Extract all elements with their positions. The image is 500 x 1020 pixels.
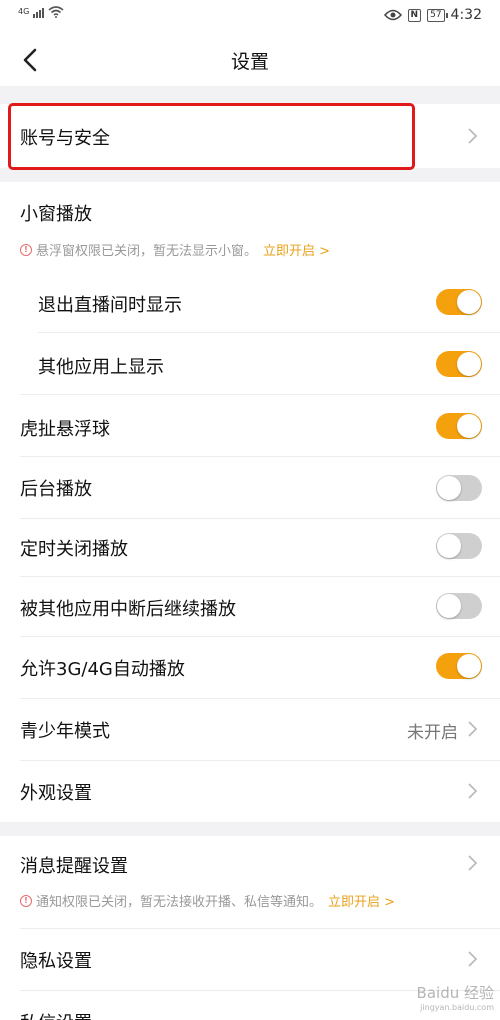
divider xyxy=(20,636,500,637)
chevron-right-icon xyxy=(468,855,478,871)
background-play-toggle[interactable] xyxy=(436,475,482,501)
divider xyxy=(38,332,500,333)
status-right: N 57 4:32 xyxy=(383,7,482,23)
toggle-row-mobile-autoplay: 允许3G/4G自动播放 xyxy=(0,638,500,699)
toggle-row-exit-live: 退出直播间时显示 xyxy=(0,272,500,333)
warning-icon: ! xyxy=(20,243,32,256)
toggle-knob xyxy=(457,290,481,314)
mobile-autoplay-label: 允许3G/4G自动播放 xyxy=(20,659,185,680)
notification-warning-text: 通知权限已关闭，暂无法接收开播、私信等通知。 xyxy=(36,895,323,910)
notification-permission-warning: ! 通知权限已关闭，暂无法接收开播、私信等通知。 立即开启 > xyxy=(20,891,395,910)
eye-icon xyxy=(383,9,402,21)
status-left: 4G xyxy=(18,6,64,18)
clock: 4:32 xyxy=(450,7,482,23)
other-apps-label: 其他应用上显示 xyxy=(38,357,164,378)
watermark-text: Baidu 经验 xyxy=(416,984,494,1002)
exit-live-toggle[interactable] xyxy=(436,289,482,315)
toggle-knob xyxy=(457,414,481,438)
page-title: 设置 xyxy=(230,51,269,73)
floating-ball-label: 虎扯悬浮球 xyxy=(20,419,110,440)
background-play-label: 后台播放 xyxy=(20,479,92,500)
signal-icon xyxy=(33,6,45,18)
timer-close-toggle[interactable] xyxy=(436,533,482,559)
chevron-right-icon xyxy=(468,783,478,799)
divider xyxy=(20,394,500,395)
toggle-row-other-apps: 其他应用上显示 xyxy=(0,334,500,395)
toggle-knob xyxy=(457,654,481,678)
watermark-sub: jingyan.baidu.com xyxy=(420,1003,494,1012)
battery-icon: 57 xyxy=(427,8,449,22)
toggle-knob xyxy=(457,352,481,376)
notification-settings-label: 消息提醒设置 xyxy=(20,856,128,877)
timer-close-label: 定时关闭播放 xyxy=(20,539,128,560)
resume-play-label: 被其他应用中断后继续播放 xyxy=(20,599,236,620)
toggle-row-timer-close: 定时关闭播放 xyxy=(0,518,500,578)
toggle-row-resume-play: 被其他应用中断后继续播放 xyxy=(0,578,500,638)
mobile-autoplay-toggle[interactable] xyxy=(436,653,482,679)
chevron-right-icon xyxy=(468,951,478,967)
chevron-right-icon xyxy=(468,128,478,144)
wifi-icon xyxy=(48,6,64,18)
appearance-row[interactable]: 外观设置 xyxy=(0,760,500,822)
chevron-right-icon xyxy=(468,721,478,737)
enable-notification-link[interactable]: 立即开启 > xyxy=(328,891,395,910)
resume-play-toggle[interactable] xyxy=(436,593,482,619)
toggle-knob xyxy=(437,476,461,500)
baidu-watermark: Baidu 经验 jingyan.baidu.com xyxy=(417,982,494,1012)
mini-window-label: 小窗播放 xyxy=(20,204,92,225)
message-settings-label: 私信设置 xyxy=(20,1009,92,1020)
nav-bar: 设置 xyxy=(0,34,500,86)
enable-overlay-link[interactable]: 立即开启 > xyxy=(263,240,330,259)
divider xyxy=(20,576,500,577)
privacy-settings-row[interactable]: 隐私设置 xyxy=(0,928,500,991)
teen-mode-label: 青少年模式 xyxy=(20,721,110,742)
overlay-permission-warning: ! 悬浮窗权限已关闭，暂无法显示小窗。 立即开启 > xyxy=(20,240,330,259)
nfc-icon: N xyxy=(407,8,422,22)
overlay-warning-text: 悬浮窗权限已关闭，暂无法显示小窗。 xyxy=(36,244,258,259)
privacy-settings-label: 隐私设置 xyxy=(20,951,92,972)
appearance-label: 外观设置 xyxy=(20,783,92,804)
toggle-knob xyxy=(437,594,461,618)
floating-ball-toggle[interactable] xyxy=(436,413,482,439)
notification-settings-row[interactable]: 消息提醒设置 ! 通知权限已关闭，暂无法接收开播、私信等通知。 立即开启 > xyxy=(0,836,500,929)
teen-mode-value: 未开启 xyxy=(407,723,458,743)
other-apps-toggle[interactable] xyxy=(436,351,482,377)
toggle-knob xyxy=(437,534,461,558)
section-playback: 小窗播放 ! 悬浮窗权限已关闭，暂无法显示小窗。 立即开启 > 退出直播间时显示… xyxy=(0,182,500,822)
mini-window-row: 小窗播放 ! 悬浮窗权限已关闭，暂无法显示小窗。 立即开启 > xyxy=(0,182,500,270)
divider xyxy=(20,456,500,457)
toggle-row-floating-ball: 虎扯悬浮球 xyxy=(0,396,500,457)
teen-mode-row[interactable]: 青少年模式 未开启 xyxy=(0,698,500,761)
exit-live-label: 退出直播间时显示 xyxy=(38,295,182,316)
toggle-row-background-play: 后台播放 xyxy=(0,458,500,519)
status-bar: 4G N 57 4:32 xyxy=(0,0,500,34)
highlight-annotation xyxy=(8,103,415,170)
network-type: 4G xyxy=(18,7,30,16)
warning-icon: ! xyxy=(20,894,32,907)
